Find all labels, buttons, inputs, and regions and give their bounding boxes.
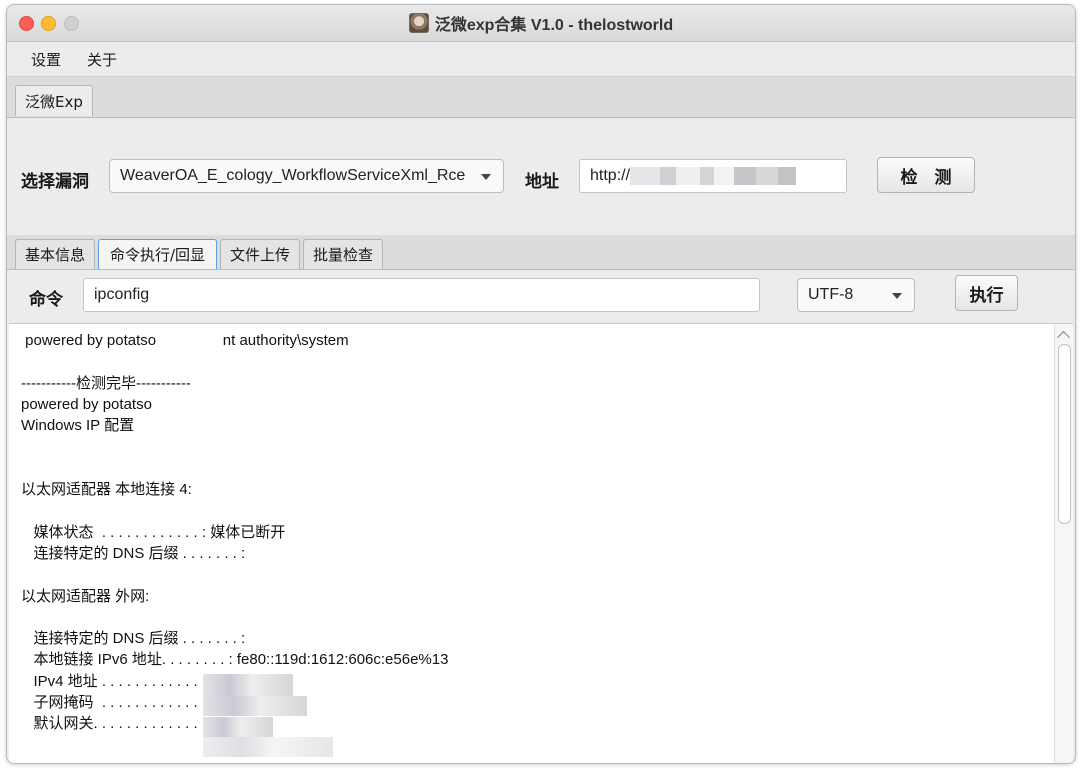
tab-basic-info[interactable]: 基本信息 [15, 239, 95, 269]
output-line: powered by potatso [21, 395, 152, 413]
output-line: 连接特定的 DNS 后缀 . . . . . . . : [21, 544, 246, 562]
output-line: -----------检测完毕----------- [21, 374, 191, 392]
redacted-url-part [676, 167, 701, 185]
redacted-url-part [714, 167, 735, 185]
title-bar: 泛微exp合集 V1.0 - thelostworld [7, 5, 1075, 42]
chevron-down-icon [892, 293, 902, 299]
vuln-select-value: WeaverOA_E_cology_WorkflowServiceXml_Rce [120, 167, 466, 184]
execute-button[interactable]: 执行 [955, 275, 1018, 311]
command-input[interactable]: ipconfig [83, 278, 760, 312]
encoding-select[interactable]: UTF-8 [797, 278, 915, 312]
redacted-subnet-mask [203, 696, 307, 716]
address-input-value: http:// [590, 167, 631, 184]
output-line: IPv4 地址 . . . . . . . . . . . . : [21, 672, 207, 690]
title-wrap: 泛微exp合集 V1.0 - thelostworld [7, 5, 1075, 41]
output-area[interactable]: powered by potatso nt authority\system -… [9, 323, 1073, 763]
redacted-url-part [700, 167, 715, 185]
address-label: 地址 [525, 172, 559, 192]
output-line: 以太网适配器 本地连接 4: [21, 481, 192, 499]
redacted-gateway-extra [203, 737, 333, 757]
output-line: powered by potatso nt authority\system [21, 332, 349, 349]
output-scrollbar[interactable] [1054, 324, 1073, 763]
tab-file-upload[interactable]: 文件上传 [220, 239, 300, 269]
output-line: 子网掩码 . . . . . . . . . . . . : [21, 694, 207, 712]
redacted-gateway [203, 717, 273, 737]
output-line: 连接特定的 DNS 后缀 . . . . . . . : [21, 630, 246, 648]
select-vuln-label: 选择漏洞 [21, 172, 89, 192]
output-line: 本地链接 IPv6 地址. . . . . . . . : fe80::119d… [21, 651, 449, 669]
chevron-up-icon[interactable] [1057, 330, 1070, 344]
tab-batch-check[interactable]: 批量检查 [303, 239, 383, 269]
command-label: 命令 [29, 290, 63, 310]
redacted-url-part [660, 167, 677, 185]
tab-command-exec[interactable]: 命令执行/回显 [98, 239, 217, 269]
vuln-select[interactable]: WeaverOA_E_cology_WorkflowServiceXml_Rce [109, 159, 504, 193]
output-line: Windows IP 配置 [21, 417, 135, 435]
app-window: 泛微exp合集 V1.0 - thelostworld 设置 关于 泛微Exp … [6, 4, 1076, 764]
redacted-url-part [630, 167, 661, 185]
redacted-url-part [734, 167, 757, 185]
redacted-url-part [778, 167, 797, 185]
outer-tab-strip: 泛微Exp [7, 77, 1075, 118]
menu-settings[interactable]: 设置 [31, 49, 61, 70]
menu-about[interactable]: 关于 [87, 49, 117, 70]
output-line: 媒体状态 . . . . . . . . . . . . : 媒体已断开 [21, 523, 286, 541]
redacted-ipv4 [203, 674, 293, 696]
app-avatar-icon [408, 13, 429, 33]
encoding-select-value: UTF-8 [808, 286, 854, 303]
output-line: 以太网适配器 外网: [21, 587, 150, 605]
menu-bar: 设置 关于 [7, 42, 1075, 77]
chevron-down-icon [481, 174, 491, 180]
inner-tab-strip: 基本信息 命令执行/回显 文件上传 批量检查 [7, 235, 1075, 270]
redacted-url-part [756, 167, 779, 185]
scroll-thumb[interactable] [1058, 344, 1071, 524]
output-text: powered by potatso nt authority\system -… [21, 330, 1051, 735]
tab-weaver-exp[interactable]: 泛微Exp [15, 85, 93, 116]
check-button[interactable]: 检 测 [877, 157, 975, 193]
command-input-value: ipconfig [94, 286, 150, 303]
output-line: 默认网关. . . . . . . . . . . . . : [21, 715, 207, 733]
window-title: 泛微exp合集 V1.0 - thelostworld [434, 17, 674, 34]
address-input[interactable]: http:// [579, 159, 847, 193]
